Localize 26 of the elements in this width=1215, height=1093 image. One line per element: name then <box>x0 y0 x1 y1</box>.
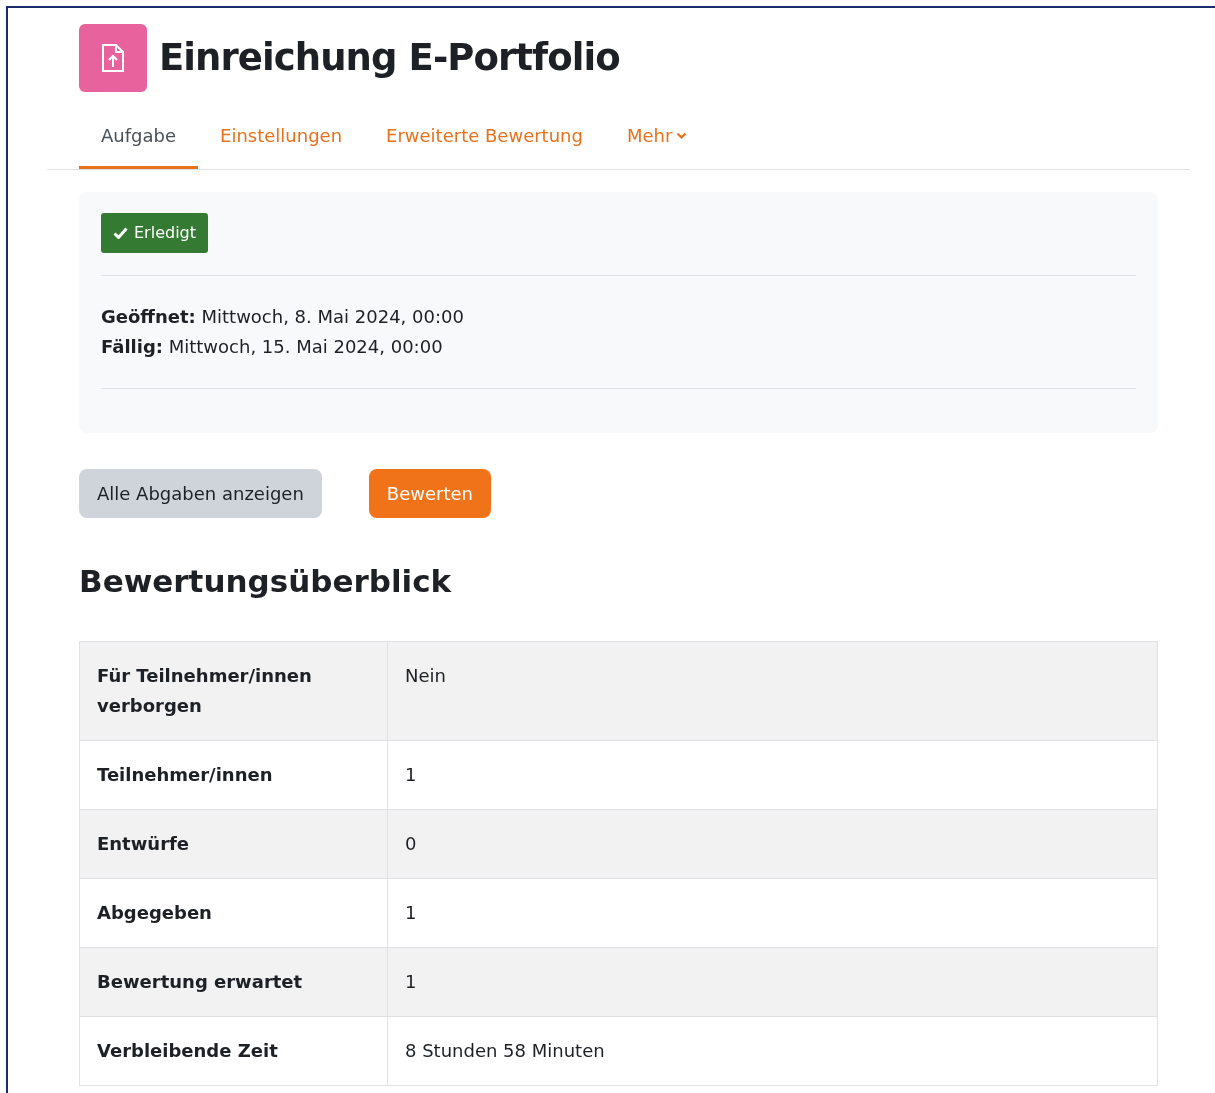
page-title: Einreichung E-Portfolio <box>159 35 620 82</box>
section-heading: Bewertungsüberblick <box>79 562 453 601</box>
table-cell-text: Nein <box>404 663 447 688</box>
table-row-header: Für Teilnehmer/innen verborgen <box>80 641 388 740</box>
table-row-header: Abgegeben <box>80 878 388 947</box>
date-line: Fällig: Mittwoch, 15. Mai 2024, 00:00 <box>101 335 444 359</box>
nav-tab[interactable]: Aufgabe <box>79 110 198 169</box>
table-row-header: Verbleibende Zeit <box>80 1016 388 1085</box>
table-row-header: Teilnehmer/innen <box>80 740 388 809</box>
table-cell-text: 1 <box>404 900 418 925</box>
date-line: Geöffnet: Mittwoch, 8. Mai 2024, 00:00 <box>101 305 465 329</box>
nav-tab[interactable]: Einstellungen <box>198 110 365 169</box>
table-row-header: Entwürfe <box>80 809 388 878</box>
view-submissions-button[interactable]: Alle Abgaben anzeigen <box>79 469 322 518</box>
table-cell-text: 0 <box>404 831 418 856</box>
nav-tab[interactable]: Erweiterte Bewertung <box>364 110 605 169</box>
table-cell-text: 1 <box>404 762 418 787</box>
chevron-down-icon <box>676 131 688 140</box>
completion-badge: Erledigt <box>101 213 208 253</box>
table-row-header: Bewertung erwartet <box>80 947 388 1016</box>
grade-button[interactable]: Bewerten <box>368 469 491 518</box>
nav-tab[interactable]: Mehr <box>604 110 710 169</box>
file-upload-icon <box>100 43 126 73</box>
table-cell-text: 1 <box>404 969 418 994</box>
check-icon <box>113 227 128 239</box>
table-cell-text: 8 Stunden 58 Minuten <box>404 1038 606 1063</box>
